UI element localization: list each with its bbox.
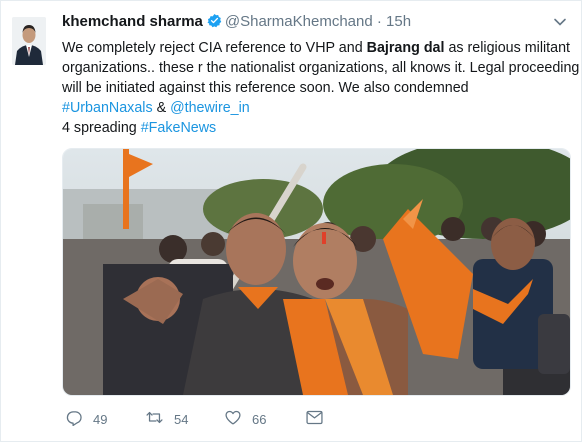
tweet-text-line-5: 4 spreading #FakeNews: [62, 120, 217, 136]
tweet-text-line-3: will be initiated against this reference…: [62, 80, 469, 96]
avatar[interactable]: [12, 17, 46, 65]
bold-text: Bajrang dal: [366, 40, 445, 56]
hashtag-urbannaxals[interactable]: #UrbanNaxals: [62, 100, 153, 116]
retweet-action[interactable]: 54: [145, 408, 188, 430]
tweet-text: We completely reject CIA reference to VH…: [62, 38, 580, 138]
hashtag-fakenews[interactable]: #FakeNews: [141, 120, 217, 136]
timestamp[interactable]: 15h: [386, 13, 411, 30]
tweet-text-line-1: We completely reject CIA reference to VH…: [62, 40, 571, 56]
tweet-header: khemchand sharma @SharmaKhemchand · 15h: [62, 13, 563, 35]
direct-message-icon[interactable]: [306, 410, 333, 428]
display-name[interactable]: khemchand sharma: [62, 13, 203, 30]
tweet-photo[interactable]: [62, 148, 571, 396]
tweet-text-line-4: #UrbanNaxals & @thewire_in: [62, 100, 250, 116]
mention-thewire[interactable]: @thewire_in: [170, 100, 250, 116]
verified-badge-icon: [207, 13, 222, 32]
like-count: 66: [252, 411, 267, 427]
like-icon[interactable]: [224, 409, 252, 429]
tweet-card[interactable]: khemchand sharma @SharmaKhemchand · 15h W…: [0, 0, 582, 442]
reply-count: 49: [93, 411, 108, 427]
reply-icon[interactable]: [66, 409, 93, 429]
direct-message-action[interactable]: [306, 408, 333, 430]
retweet-icon[interactable]: [145, 409, 174, 429]
tweet-text-line-2: organizations.. these r the nationalist …: [62, 60, 580, 76]
reply-action[interactable]: 49: [66, 408, 107, 430]
chevron-down-icon[interactable]: [553, 15, 567, 29]
retweet-count: 54: [174, 411, 189, 427]
like-action[interactable]: 66: [224, 408, 266, 430]
handle[interactable]: @SharmaKhemchand: [225, 13, 373, 30]
separator: ·: [376, 13, 382, 30]
